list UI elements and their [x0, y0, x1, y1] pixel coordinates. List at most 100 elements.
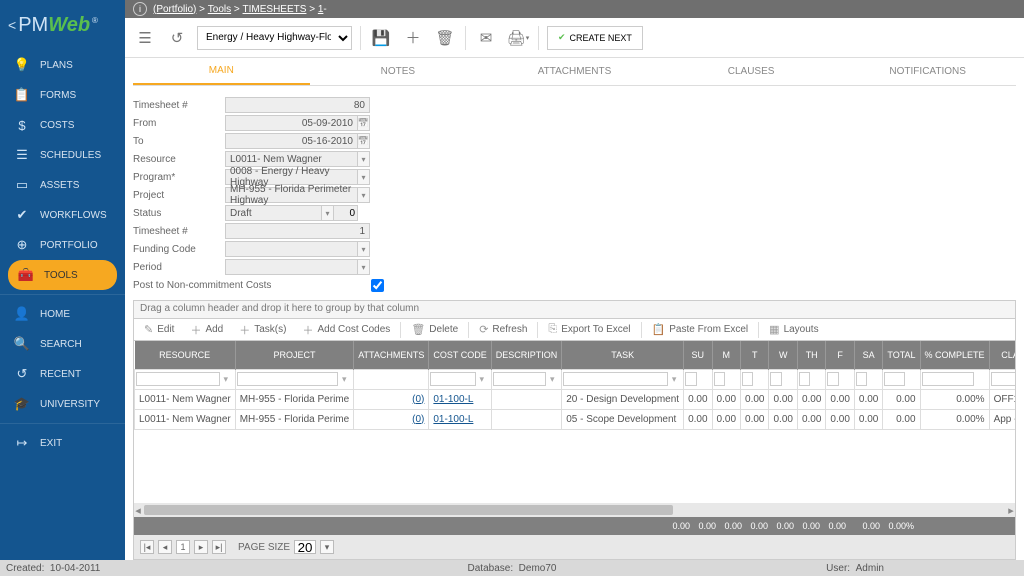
status-field[interactable]: Draft	[225, 205, 322, 221]
pager-last[interactable]: ▸|	[212, 540, 226, 554]
filter-th[interactable]	[799, 372, 810, 386]
pager-first[interactable]: |◂	[140, 540, 154, 554]
col-resource[interactable]: RESOURCE	[135, 341, 236, 369]
filter-t[interactable]	[742, 372, 753, 386]
filter-sa[interactable]	[856, 372, 867, 386]
grid-scroll[interactable]: RESOURCE PROJECT ATTACHMENTS COST CODE D…	[134, 341, 1015, 503]
save-icon[interactable]: 💾	[369, 26, 393, 50]
tab-notifications[interactable]: NOTIFICATIONS	[839, 58, 1016, 85]
back-chevron-icon[interactable]: <	[8, 17, 16, 33]
col-costcode[interactable]: COST CODE	[429, 341, 491, 369]
breadcrumb-portfolio[interactable]: (Portfolio)	[153, 4, 196, 15]
cell-attachments[interactable]: (0)	[412, 394, 424, 405]
resource-field[interactable]: L0011- Nem Wagner	[225, 151, 358, 167]
sidebar-item-university[interactable]: 🎓UNIVERSITY	[0, 389, 125, 419]
mail-icon[interactable]: ✉	[474, 26, 498, 50]
pager-prev[interactable]: ◂	[158, 540, 172, 554]
col-f[interactable]: F	[826, 341, 854, 369]
filter-su[interactable]	[685, 372, 696, 386]
resource-dropdown[interactable]: ▾	[358, 151, 370, 167]
cell-costcode[interactable]: 01-100-L	[433, 414, 473, 425]
filter-f[interactable]	[827, 372, 838, 386]
grid-tasks-button[interactable]: ＋Task(s)	[233, 321, 292, 339]
table-row[interactable]: L0011- Nem Wagner MH-955 - Florida Perim…	[135, 389, 1016, 409]
filter-pct[interactable]	[922, 372, 974, 386]
sidebar-item-tools[interactable]: 🧰TOOLS	[8, 260, 117, 290]
grid-add-button[interactable]: ＋Add	[184, 321, 229, 339]
col-pct[interactable]: % COMPLETE	[920, 341, 989, 369]
program-field[interactable]: 0008 - Energy / Heavy Highway	[225, 169, 358, 185]
to-datepicker[interactable]	[358, 133, 370, 149]
breadcrumb-timesheets[interactable]: TIMESHEETS	[243, 4, 307, 15]
sidebar-item-assets[interactable]: ▭ASSETS	[0, 170, 125, 200]
grid-refresh-button[interactable]: ⟳Refresh	[473, 321, 533, 339]
grid-layouts-button[interactable]: ▦Layouts	[763, 321, 824, 339]
project-field[interactable]: MH-955 - Florida Perimeter Highway	[225, 187, 358, 203]
post-checkbox[interactable]	[371, 279, 384, 292]
print-icon[interactable]: 🖨▾	[506, 26, 530, 50]
timesheet-no-field[interactable]: 80	[225, 97, 370, 113]
col-su[interactable]: SU	[684, 341, 712, 369]
info-icon[interactable]: i	[133, 2, 147, 16]
sidebar-item-forms[interactable]: 📋FORMS	[0, 80, 125, 110]
col-m[interactable]: M	[712, 341, 740, 369]
page-size-dropdown[interactable]: ▾	[320, 540, 334, 554]
filter-icon[interactable]: ▾	[476, 374, 488, 385]
to-field[interactable]: 05-16-2010	[225, 133, 358, 149]
pager-next[interactable]: ▸	[194, 540, 208, 554]
filter-task[interactable]	[563, 372, 668, 386]
filter-description[interactable]	[493, 372, 547, 386]
sidebar-item-portfolio[interactable]: ⊕PORTFOLIO	[0, 230, 125, 260]
funding-dropdown[interactable]: ▾	[358, 241, 370, 257]
filter-total[interactable]	[884, 372, 904, 386]
filter-icon[interactable]: ▾	[546, 374, 558, 385]
grid-horizontal-scrollbar[interactable]: ◂ ▸	[134, 503, 1015, 517]
filter-m[interactable]	[714, 372, 725, 386]
grid-edit-button[interactable]: ✎Edit	[138, 321, 180, 339]
tab-notes[interactable]: NOTES	[310, 58, 487, 85]
trash-icon[interactable]: 🗑	[433, 26, 457, 50]
col-attachments[interactable]: ATTACHMENTS	[354, 341, 429, 369]
grid-export-button[interactable]: ⎘Export To Excel	[542, 321, 636, 339]
list-icon[interactable]: ☰	[133, 26, 157, 50]
filter-project[interactable]	[237, 372, 338, 386]
from-datepicker[interactable]	[358, 115, 370, 131]
scrollbar-thumb[interactable]	[144, 505, 673, 515]
grid-group-hint[interactable]: Drag a column header and drop it here to…	[134, 301, 1015, 319]
sidebar-item-workflows[interactable]: ✔WORKFLOWS	[0, 200, 125, 230]
funding-field[interactable]	[225, 241, 358, 257]
status-num-field[interactable]	[334, 205, 358, 221]
breadcrumb-tools[interactable]: Tools	[208, 4, 231, 15]
sidebar-item-exit[interactable]: ↦EXIT	[0, 428, 125, 458]
col-class[interactable]: CLASS	[989, 341, 1015, 369]
record-picker[interactable]: Energy / Heavy Highway-Florida Peri	[197, 26, 352, 50]
sidebar-item-search[interactable]: 🔍SEARCH	[0, 329, 125, 359]
table-row[interactable]: L0011- Nem Wagner MH-955 - Florida Perim…	[135, 409, 1016, 429]
pager-current[interactable]: 1	[176, 540, 190, 554]
sidebar-item-recent[interactable]: ↺RECENT	[0, 359, 125, 389]
col-project[interactable]: PROJECT	[235, 341, 353, 369]
period-field[interactable]	[225, 259, 358, 275]
col-t[interactable]: T	[741, 341, 769, 369]
col-task[interactable]: TASK	[562, 341, 684, 369]
col-w[interactable]: W	[769, 341, 797, 369]
filter-icon[interactable]: ▾	[338, 374, 350, 385]
add-icon[interactable]: ＋	[401, 26, 425, 50]
page-size-input[interactable]	[294, 540, 316, 554]
filter-w[interactable]	[770, 372, 781, 386]
sidebar-item-schedules[interactable]: ☰SCHEDULES	[0, 140, 125, 170]
program-dropdown[interactable]: ▾	[358, 169, 370, 185]
create-next-button[interactable]: ✔CREATE NEXT	[547, 26, 643, 50]
tab-clauses[interactable]: CLAUSES	[663, 58, 840, 85]
cell-costcode[interactable]: 01-100-L	[433, 394, 473, 405]
project-dropdown[interactable]: ▾	[358, 187, 370, 203]
filter-costcode[interactable]	[430, 372, 475, 386]
sidebar-item-plans[interactable]: 💡PLANS	[0, 50, 125, 80]
status-dropdown[interactable]: ▾	[322, 205, 334, 221]
filter-resource[interactable]	[136, 372, 220, 386]
from-field[interactable]: 05-09-2010	[225, 115, 358, 131]
history-icon[interactable]: ↺	[165, 26, 189, 50]
col-total[interactable]: TOTAL	[883, 341, 920, 369]
seq-field[interactable]: 1	[225, 223, 370, 239]
period-dropdown[interactable]: ▾	[358, 259, 370, 275]
